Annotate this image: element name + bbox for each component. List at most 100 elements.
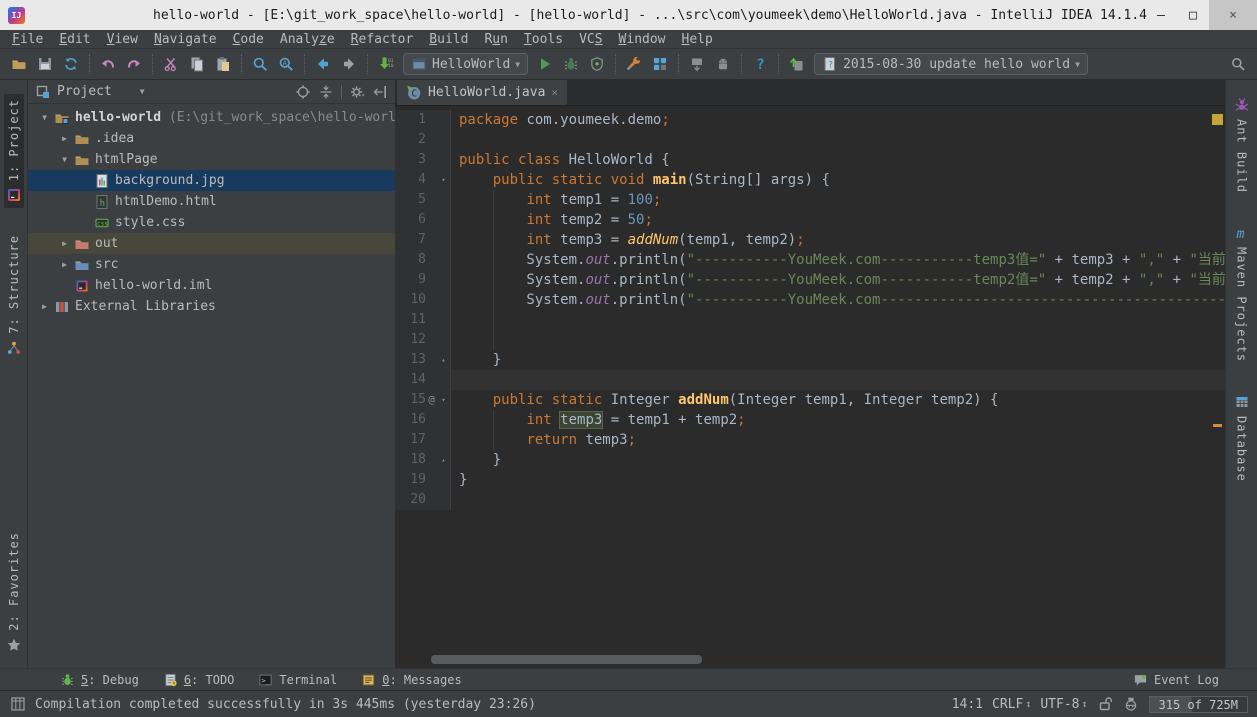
gutter[interactable]: 20 [395,490,451,510]
gutter[interactable]: 19 [395,470,451,490]
gutter[interactable]: 17 [395,430,451,450]
line-number[interactable]: 20 [395,490,426,510]
chevron-collapsed-icon[interactable]: ▶ [56,260,73,269]
code-text[interactable]: public class HelloWorld { [451,150,1225,170]
code-text[interactable]: System.out.println("-----------YouMeek.c… [451,250,1225,270]
memory-indicator[interactable]: 315 of 725M [1149,696,1248,713]
gutter[interactable]: 18▴ [395,450,451,470]
code-line-2[interactable]: 2 [395,130,1225,150]
tree-item-external-libraries[interactable]: ▶External Libraries [28,296,395,317]
code-line-11[interactable]: 11 [395,310,1225,330]
code-line-15[interactable]: 15@▾ public static Integer addNum(Intege… [395,390,1225,410]
tree-item-htmldemo-html[interactable]: hhtmlDemo.html [28,191,395,212]
error-stripe-warning-mark[interactable] [1212,114,1223,125]
tree-item--idea[interactable]: ▶.idea [28,128,395,149]
tree-item-hello-world[interactable]: ▼hello-world (E:\git_work_space\hello-wo… [28,107,395,128]
gutter[interactable]: 6 [395,210,451,230]
code-text[interactable]: int temp2 = 50; [451,210,1225,230]
tool-window-button-7-structure[interactable]: 7: Structure [4,230,24,361]
code-text[interactable]: System.out.println("-----------YouMeek.c… [451,270,1225,290]
synchronize-icon[interactable] [58,52,84,76]
code-line-14[interactable]: 14 [395,370,1225,390]
gutter[interactable]: 4▾ [395,170,451,190]
code-line-13[interactable]: 13▴ } [395,350,1225,370]
code-text[interactable] [451,130,1225,150]
code-text[interactable] [451,310,1225,330]
menu-tools[interactable]: Tools [516,32,571,47]
project-structure-icon[interactable] [647,52,673,76]
tree-item-hello-world-iml[interactable]: hello-world.iml [28,275,395,296]
menu-help[interactable]: Help [674,32,721,47]
gutter[interactable]: 7 [395,230,451,250]
code-line-20[interactable]: 20 [395,490,1225,510]
code-line-16[interactable]: 16 int temp3 = temp1 + temp2; [395,410,1225,430]
code-text[interactable]: } [451,350,1225,370]
tab-close-icon[interactable]: × [551,86,558,99]
fold-collapsed-icon[interactable]: ▴ [437,350,450,370]
line-number[interactable]: 2 [395,130,426,150]
back-icon[interactable] [310,52,336,76]
horizontal-scrollbar[interactable] [431,655,702,664]
code-editor[interactable]: 1package com.youmeek.demo;23public class… [395,106,1225,668]
code-line-1[interactable]: 1package com.youmeek.demo; [395,110,1225,130]
menu-view[interactable]: View [99,32,146,47]
run-icon[interactable] [532,52,558,76]
menu-navigate[interactable]: Navigate [146,32,225,47]
menu-build[interactable]: Build [421,32,476,47]
tab-helloworld-java[interactable]: C HelloWorld.java × [397,80,567,105]
menu-file[interactable]: File [4,32,51,47]
code-line-8[interactable]: 8 System.out.println("-----------YouMeek… [395,250,1225,270]
chevron-expanded-icon[interactable]: ▼ [36,113,53,122]
gutter[interactable]: 10 [395,290,451,310]
gutter[interactable]: 16 [395,410,451,430]
paste-icon[interactable] [210,52,236,76]
code-line-7[interactable]: 7 int temp3 = addNum(temp1, temp2); [395,230,1225,250]
copy-icon[interactable] [184,52,210,76]
tree-item-src[interactable]: ▶src [28,254,395,275]
code-text[interactable]: int temp1 = 100; [451,190,1225,210]
android-icon[interactable] [710,52,736,76]
unlock-icon[interactable] [1097,696,1114,713]
code-line-12[interactable]: 12 [395,330,1225,350]
code-line-17[interactable]: 17 return temp3; [395,430,1225,450]
encoding-selector[interactable]: UTF-8↕ [1040,697,1087,712]
scroll-to-source-icon[interactable] [295,84,311,100]
code-line-5[interactable]: 5 int temp1 = 100; [395,190,1225,210]
caret-position[interactable]: 14:1 [952,697,983,712]
chevron-down-icon[interactable]: ▼ [140,87,145,96]
menu-code[interactable]: Code [225,32,272,47]
code-text[interactable] [451,490,1225,510]
collapse-all-icon[interactable] [318,84,334,100]
help-icon[interactable]: ? [747,52,773,76]
search-everywhere-icon[interactable] [1225,52,1251,76]
line-number[interactable]: 19 [395,470,426,490]
find-icon[interactable] [247,52,273,76]
error-stripe-highlight-mark[interactable] [1213,424,1222,427]
gutter[interactable]: 9 [395,270,451,290]
code-text[interactable]: public static Integer addNum(Integer tem… [451,390,1225,410]
tool-window-button-database[interactable]: Database [1232,389,1252,487]
chevron-expanded-icon[interactable]: ▼ [56,155,73,164]
menu-analyze[interactable]: Analyze [272,32,343,47]
project-panel-title[interactable]: Project [57,84,112,99]
hide-panel-icon[interactable] [372,84,388,100]
code-text[interactable]: } [451,450,1225,470]
line-number[interactable]: 11 [395,310,426,330]
tool-window-button-1-project[interactable]: 1: Project [4,94,24,208]
chevron-collapsed-icon[interactable]: ▶ [36,302,53,311]
tree-item-out[interactable]: ▶out [28,233,395,254]
code-text[interactable]: public static void main(String[] args) { [451,170,1225,190]
update-project-icon[interactable]: 0110 [373,52,399,76]
bottom-button-0-messages[interactable]: 0: Messages [361,672,461,687]
code-text[interactable]: package com.youmeek.demo; [451,110,1225,130]
gutter[interactable]: 13▴ [395,350,451,370]
chevron-collapsed-icon[interactable]: ▶ [56,134,73,143]
code-line-10[interactable]: 10 System.out.println("-----------YouMee… [395,290,1225,310]
fold-expanded-icon[interactable]: ▾ [437,390,450,410]
code-line-19[interactable]: 19} [395,470,1225,490]
code-text[interactable]: int temp3 = temp1 + temp2; [451,410,1225,430]
code-text[interactable]: return temp3; [451,430,1225,450]
code-line-18[interactable]: 18▴ } [395,450,1225,470]
bottom-button-terminal[interactable]: >_Terminal [258,672,337,687]
forward-icon[interactable] [336,52,362,76]
